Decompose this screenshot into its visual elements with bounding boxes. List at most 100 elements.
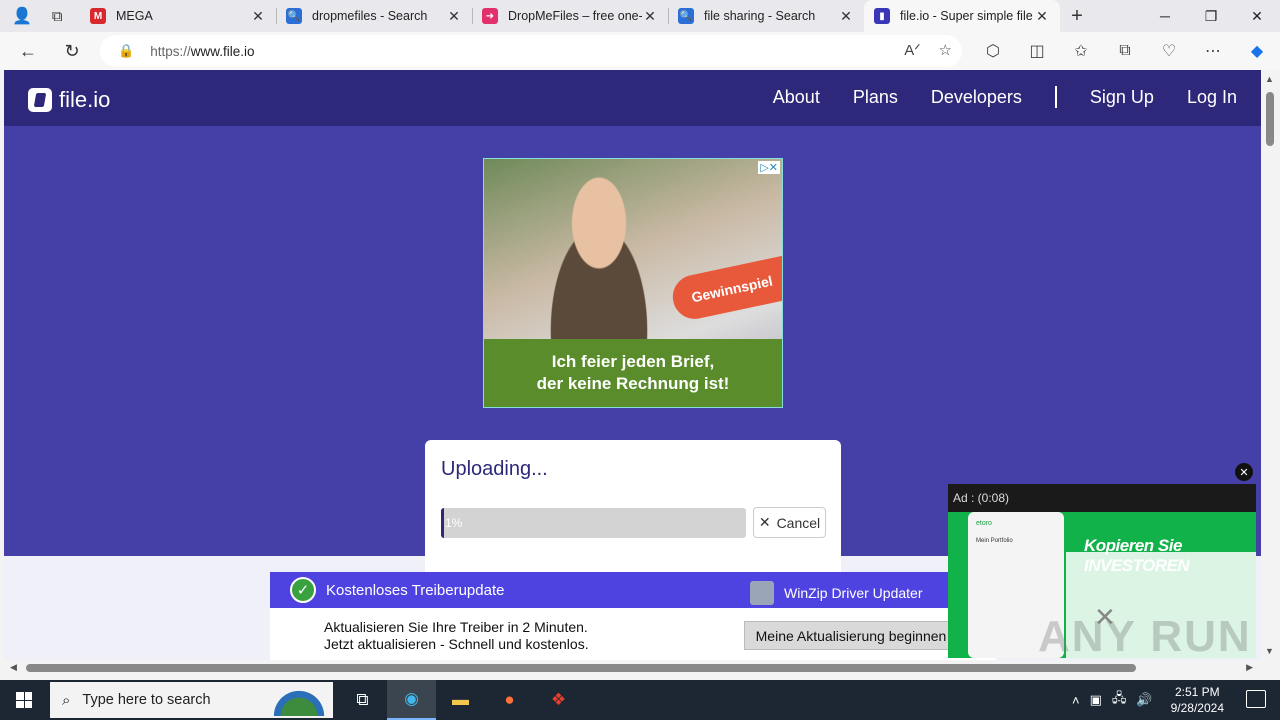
windows-logo-icon — [16, 692, 32, 708]
ad-banner-brand-name: WinZip Driver Updater — [784, 585, 923, 601]
app-icon-red[interactable]: ❖ — [534, 680, 583, 720]
ad-banner-body-line1: Aktualisieren Sie Ihre Treiber in 2 Minu… — [324, 619, 588, 635]
edge-app-icon[interactable]: ◉ — [387, 680, 436, 720]
tray-chevron-icon[interactable]: ˄ — [1072, 693, 1080, 708]
restore-icon[interactable]: ❐ — [1188, 0, 1234, 32]
cancel-upload-button[interactable]: ✕ Cancel — [753, 507, 826, 538]
tabs-container: M MEGA ✕ 🔍 dropmefiles - Search ✕ ➜ DropMeFiles… — [80, 0, 1060, 32]
nav-signup-link[interactable]: Sign Up — [1090, 87, 1154, 108]
video-ad-close-icon[interactable]: ✕ — [1235, 463, 1253, 481]
browser-tab[interactable]: ▮ file.io - Super simple file ✕ — [864, 0, 1060, 32]
new-tab-button[interactable]: + — [1060, 0, 1094, 32]
notifications-icon[interactable] — [1246, 690, 1266, 708]
copilot-icon[interactable]: ◆ — [1242, 38, 1272, 64]
browser-tab[interactable]: ➜ DropMeFiles – free one-c ✕ — [472, 0, 668, 32]
phone-brand: etoro — [976, 520, 992, 527]
more-menu-icon[interactable]: ⋯ — [1198, 38, 1228, 64]
browser-toolbar-right: ⬡ ◫ ✩ ⧉ ♡ ⋯ ◆ — [978, 38, 1272, 64]
scroll-right-icon[interactable]: ▶ — [1246, 662, 1253, 673]
profile-icon[interactable]: 👤 — [12, 6, 32, 26]
close-icon: ✕ — [758, 514, 771, 530]
vertical-scroll-thumb[interactable] — [1266, 92, 1274, 146]
split-screen-icon[interactable]: ◫ — [1022, 38, 1052, 64]
tab-close-icon[interactable]: ✕ — [642, 8, 658, 25]
vertical-scrollbar[interactable]: ▲ ▼ — [1261, 70, 1280, 660]
scroll-left-icon[interactable]: ◀ — [10, 662, 17, 673]
browser-essentials-icon[interactable]: ♡ — [1154, 38, 1184, 64]
nav-developers-link[interactable]: Developers — [931, 87, 1022, 108]
file-explorer-icon[interactable]: ▬ — [436, 680, 485, 720]
browser-toolbar: ← ↻ 🔒 https:// www.file.io Aᐟ ☆ ⬡ ◫ ✩ ⧉ … — [0, 32, 1280, 70]
scroll-up-icon[interactable]: ▲ — [1265, 74, 1274, 84]
browser-tab[interactable]: 🔍 file sharing - Search ✕ — [668, 0, 864, 32]
tab-title: dropmefiles - Search — [312, 9, 428, 23]
firefox-app-icon[interactable]: ● — [485, 680, 534, 720]
tab-favicon-icon: ➜ — [482, 8, 498, 24]
scroll-down-icon[interactable]: ▼ — [1265, 646, 1274, 656]
tab-actions-icon[interactable]: ⧉ — [52, 8, 63, 25]
display-ad[interactable]: Gewinnspiel Ich feier jeden Brief, der k… — [483, 158, 783, 408]
ad-banner-title: Kostenloses Treiberupdate — [326, 581, 505, 599]
tray-device-icon[interactable]: ▣ — [1090, 692, 1102, 708]
network-icon[interactable]: 🖧 — [1112, 689, 1127, 711]
ad-choices-icon[interactable]: ▷✕ — [758, 161, 780, 174]
lock-icon[interactable]: 🔒 — [118, 43, 134, 59]
logo-text: file.io — [59, 87, 111, 112]
tab-title: file sharing - Search — [704, 9, 816, 23]
url-protocol: https:// — [150, 43, 191, 59]
tab-favicon-icon: ▮ — [874, 8, 890, 24]
file-io-logo-icon — [28, 88, 52, 112]
taskbar-clock[interactable]: 2:51 PM 9/28/2024 — [1171, 684, 1224, 716]
tab-close-icon[interactable]: ✕ — [1034, 8, 1050, 25]
nav-plans-link[interactable]: Plans — [853, 87, 898, 108]
cancel-label: Cancel — [776, 514, 821, 531]
browser-tab[interactable]: 🔍 dropmefiles - Search ✕ — [276, 0, 472, 32]
check-icon: ✓ — [290, 577, 316, 603]
back-button[interactable]: ← — [8, 35, 48, 67]
ad-caption: Ich feier jeden Brief, der keine Rechnun… — [484, 339, 782, 407]
volume-icon[interactable]: 🔊 — [1136, 692, 1152, 708]
upload-heading: Uploading... — [441, 458, 548, 480]
ad-banner-body: Aktualisieren Sie Ihre Treiber in 2 Minu… — [324, 619, 589, 653]
read-aloud-icon[interactable]: Aᐟ — [904, 41, 920, 59]
favorite-star-icon[interactable]: ☆ — [939, 41, 952, 59]
tab-close-icon[interactable]: ✕ — [838, 8, 854, 25]
ad-badge: Gewinnspiel — [668, 255, 782, 323]
close-window-icon[interactable]: ✕ — [1234, 0, 1280, 32]
window-controls: ─ ❐ ✕ — [1142, 0, 1280, 32]
tab-title: MEGA — [116, 9, 153, 23]
tab-close-icon[interactable]: ✕ — [250, 8, 266, 25]
taskbar-search-placeholder: Type here to search — [82, 692, 211, 708]
nav-login-link[interactable]: Log In — [1187, 87, 1237, 108]
taskbar-search[interactable]: ⌕ Type here to search — [50, 682, 333, 718]
taskbar-apps: ⧉ ◉ ▬ ● ❖ — [338, 680, 583, 720]
clock-time: 2:51 PM — [1174, 685, 1220, 699]
ad-banner-cta-button[interactable]: Meine Aktualisierung beginnen — [744, 621, 958, 650]
refresh-button[interactable]: ↻ — [52, 35, 92, 67]
site-logo[interactable]: file.io — [28, 87, 110, 113]
tab-title: DropMeFiles – free one-c — [508, 9, 642, 23]
ad-caption-line1: Ich feier jeden Brief, — [551, 352, 715, 371]
search-highlight-icon — [267, 684, 331, 716]
tab-favicon-icon: 🔍 — [678, 8, 694, 24]
winzip-icon — [750, 581, 774, 605]
horizontal-scroll-thumb[interactable] — [26, 664, 1136, 672]
minimize-icon[interactable]: ─ — [1142, 0, 1188, 32]
browser-tab[interactable]: M MEGA ✕ — [80, 0, 276, 32]
tab-close-icon[interactable]: ✕ — [446, 8, 462, 25]
address-bar[interactable]: 🔒 https:// www.file.io Aᐟ ☆ — [100, 35, 962, 67]
favorites-icon[interactable]: ✩ — [1066, 38, 1096, 64]
collections-icon[interactable]: ⧉ — [1110, 38, 1140, 64]
tab-strip-left-controls: 👤 ⧉ — [0, 0, 80, 32]
horizontal-scrollbar[interactable]: ◀ ▶ — [4, 660, 1261, 676]
driver-update-ad[interactable]: ✓ Kostenloses Treiberupdate WinZip Drive… — [270, 572, 996, 660]
extensions-icon[interactable]: ⬡ — [978, 38, 1008, 64]
start-button[interactable] — [0, 680, 48, 720]
task-view-icon[interactable]: ⧉ — [338, 680, 387, 720]
browser-tab-strip: 👤 ⧉ M MEGA ✕ 🔍 dropmefiles - Search ✕ ➜ DropMeF… — [0, 0, 1280, 32]
clock-date: 9/28/2024 — [1170, 701, 1224, 715]
windows-taskbar: ⌕ Type here to search ⧉ ◉ ▬ ● ❖ ˄ ▣ 🖧 🔊 … — [0, 680, 1280, 720]
nav-about-link[interactable]: About — [773, 87, 820, 108]
tab-favicon-icon: M — [90, 8, 106, 24]
tab-title: file.io - Super simple file — [900, 9, 1033, 23]
